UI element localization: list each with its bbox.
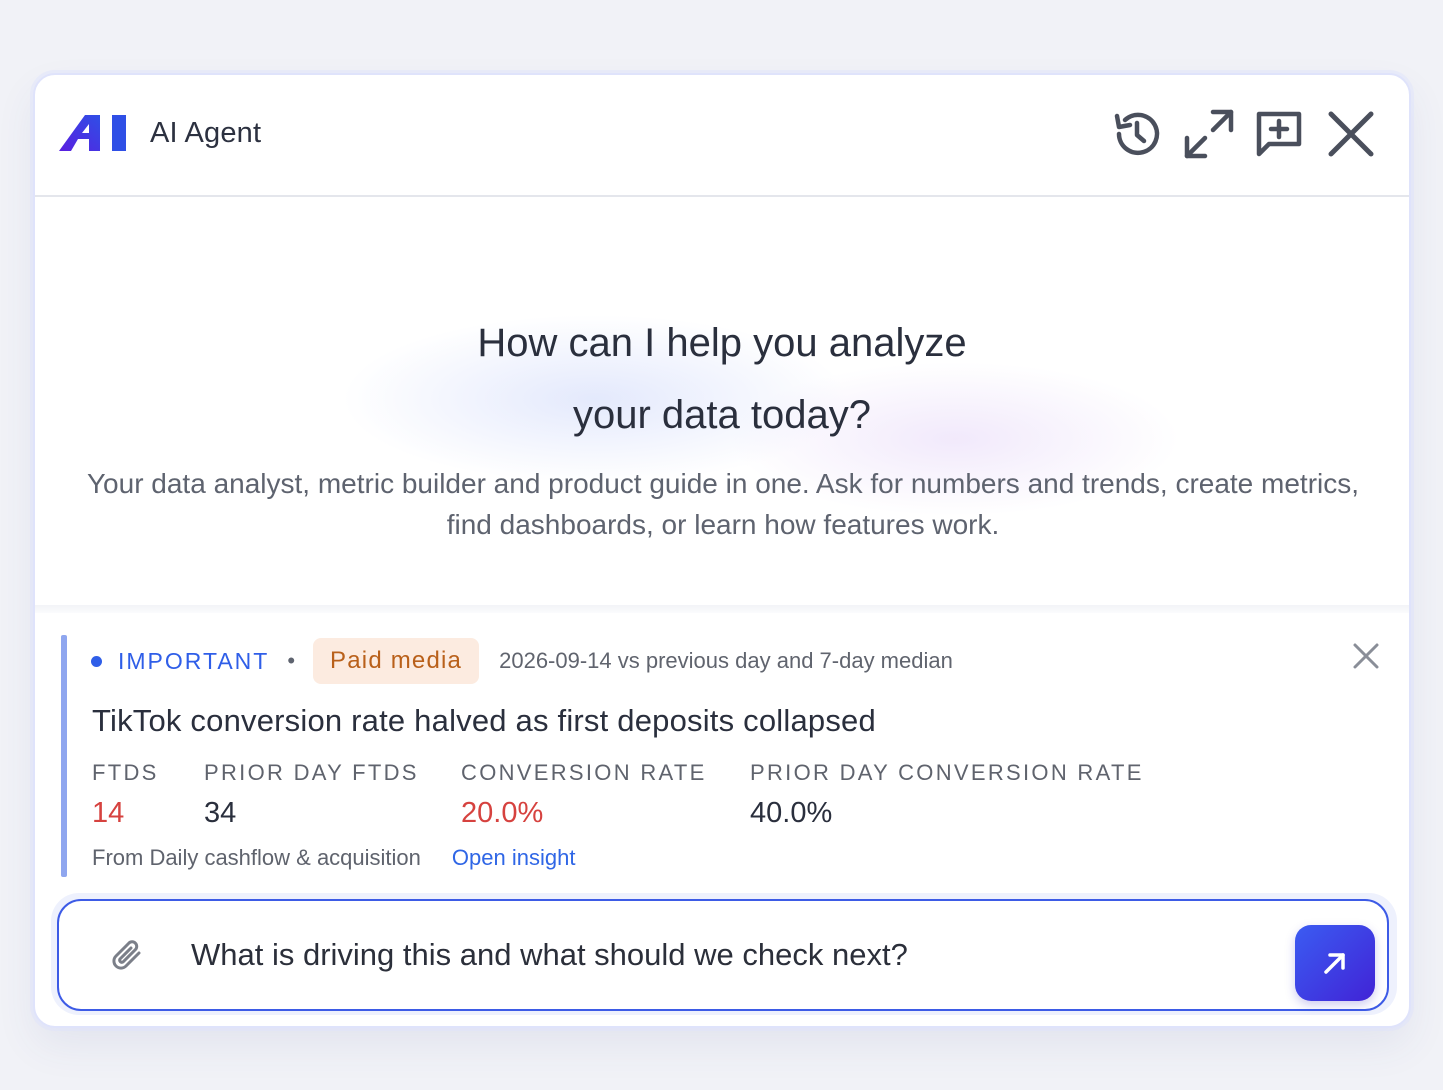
metric-ftds: FTDS 14 bbox=[92, 759, 159, 833]
message-input[interactable] bbox=[191, 931, 1271, 979]
insight-title: TikTok conversion rate halved as first d… bbox=[92, 703, 876, 738]
close-panel-button[interactable] bbox=[1322, 105, 1380, 163]
ai-logo-icon bbox=[59, 115, 126, 151]
arrow-up-right-icon bbox=[1324, 953, 1345, 974]
metric-label: CONVERSION RATE bbox=[461, 760, 707, 785]
metric-prior-day-ftds: PRIOR DAY FTDS 34 bbox=[204, 759, 419, 833]
welcome-hero: How can I help you analyze your data tod… bbox=[35, 199, 1409, 609]
expand-icon bbox=[1184, 109, 1234, 159]
section-divider bbox=[35, 605, 1409, 613]
history-icon bbox=[1114, 112, 1160, 156]
history-button[interactable] bbox=[1108, 105, 1166, 163]
metric-value: 40.0% bbox=[750, 797, 833, 829]
comparison-text: 2026-09-14 vs previous day and 7-day med… bbox=[499, 648, 953, 673]
dismiss-insight-icon[interactable] bbox=[1351, 641, 1381, 671]
metric-conversion-rate: CONVERSION RATE 20.0% bbox=[461, 759, 707, 833]
metric-prior-day-conversion-rate: PRIOR DAY CONVERSION RATE 40.0% bbox=[750, 759, 1144, 833]
metric-value: 20.0% bbox=[461, 797, 544, 829]
metric-value: 34 bbox=[204, 797, 237, 829]
hero-title-line-2: your data today? bbox=[573, 393, 871, 437]
insight-meta: IMPORTANT • Paid media 2026-09-14 vs pre… bbox=[91, 637, 953, 685]
insight-card: IMPORTANT • Paid media 2026-09-14 vs pre… bbox=[35, 613, 1409, 893]
metric-label: PRIOR DAY FTDS bbox=[204, 760, 419, 785]
expand-button[interactable] bbox=[1180, 105, 1238, 163]
new-chat-icon bbox=[1256, 111, 1302, 157]
insight-source-row: From Daily cashflow & acquisition Open i… bbox=[92, 845, 575, 871]
open-insight-link[interactable]: Open insight bbox=[452, 845, 576, 871]
panel-header: AI Agent bbox=[35, 75, 1409, 197]
message-composer bbox=[57, 899, 1389, 1011]
category-badge: Paid media bbox=[313, 638, 480, 684]
close-icon bbox=[1328, 111, 1374, 157]
send-button[interactable] bbox=[1295, 925, 1375, 1001]
metric-label: FTDS bbox=[92, 760, 159, 785]
metric-label: PRIOR DAY CONVERSION RATE bbox=[750, 760, 1144, 785]
meta-separator: • bbox=[287, 648, 296, 673]
paperclip-icon[interactable] bbox=[109, 937, 145, 973]
insight-accent-bar bbox=[61, 635, 67, 877]
metric-value: 14 bbox=[92, 797, 125, 829]
new-chat-button[interactable] bbox=[1250, 105, 1308, 163]
priority-label: IMPORTANT bbox=[118, 647, 270, 674]
composer-wrapper bbox=[51, 893, 1397, 1015]
priority-dot-icon bbox=[91, 655, 102, 667]
ai-agent-panel: AI Agent How can I help you analyze your… bbox=[33, 73, 1411, 1028]
app-title: AI Agent bbox=[150, 117, 262, 149]
hero-subtitle: Your data analyst, metric builder and pr… bbox=[86, 468, 1360, 540]
hero-title-line-1: How can I help you analyze bbox=[477, 321, 967, 365]
insight-source: From Daily cashflow & acquisition bbox=[92, 845, 421, 870]
